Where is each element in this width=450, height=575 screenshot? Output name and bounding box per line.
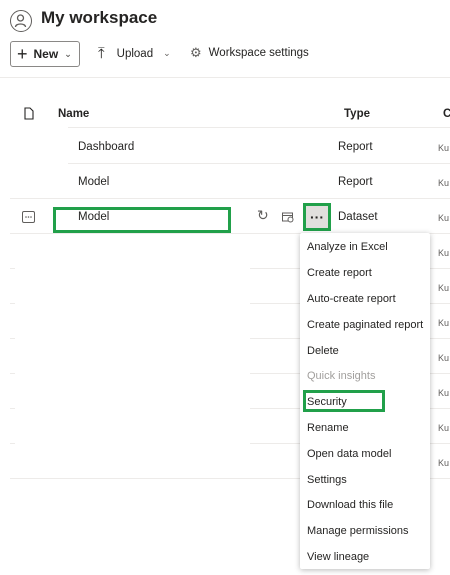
plus-icon: + <box>17 44 28 64</box>
menu-item-rename[interactable]: Rename <box>307 422 349 434</box>
table-row-owner: Ku <box>438 458 450 468</box>
menu-item-create-paginated-report[interactable]: Create paginated report <box>307 319 423 331</box>
more-options-button[interactable]: ··· <box>303 203 331 231</box>
menu-item-create-report[interactable]: Create report <box>307 267 372 279</box>
table-row-type: Dataset <box>338 211 378 223</box>
refresh-icon[interactable]: ↻ <box>257 207 269 224</box>
table-row-name[interactable]: Model <box>78 176 109 188</box>
table-row-owner: Ku <box>438 283 450 293</box>
menu-item-analyze-in-excel[interactable]: Analyze in Excel <box>307 241 388 253</box>
dataset-icon <box>22 210 35 228</box>
gear-icon: ⚙ <box>190 45 202 60</box>
menu-item-open-data-model[interactable]: Open data model <box>307 448 391 460</box>
menu-item-settings[interactable]: Settings <box>307 474 347 486</box>
menu-item-quick-insights: Quick insights <box>307 370 376 382</box>
menu-item-download-this-file[interactable]: Download this file <box>307 499 393 511</box>
workspace-settings-label: Workspace settings <box>208 47 309 59</box>
upload-button[interactable]: ⤒ Upload ⌄ <box>98 45 171 62</box>
table-row-owner: Ku <box>438 248 450 258</box>
highlight-security <box>303 390 385 412</box>
column-header-owner[interactable]: C <box>443 108 450 120</box>
new-button-label: New <box>33 47 59 61</box>
menu-item-manage-permissions[interactable]: Manage permissions <box>307 525 409 537</box>
workspace-settings-button[interactable]: ⚙ Workspace settings <box>190 45 309 61</box>
more-options-icon: ··· <box>310 209 324 225</box>
menu-item-view-lineage[interactable]: View lineage <box>307 551 369 563</box>
menu-item-auto-create-report[interactable]: Auto-create report <box>307 293 396 305</box>
row-divider <box>10 127 450 128</box>
table-row-owner: Ku <box>438 143 450 153</box>
toolbar-divider <box>0 77 450 78</box>
upload-button-label: Upload <box>116 47 154 60</box>
table-row-owner: Ku <box>438 388 450 398</box>
table-row-name[interactable]: Dashboard <box>78 141 134 153</box>
new-button[interactable]: + New ⌄ <box>10 41 80 67</box>
context-menu: Analyze in Excel Create report Auto-crea… <box>300 233 430 569</box>
column-header-type[interactable]: Type <box>344 108 370 120</box>
row-divider <box>10 198 450 199</box>
chevron-down-icon: ⌄ <box>64 48 72 59</box>
page-title: My workspace <box>41 8 158 27</box>
schedule-refresh-icon[interactable] <box>282 210 294 228</box>
column-header-name[interactable]: Name <box>58 108 89 120</box>
person-icon <box>10 10 32 32</box>
table-row-type: Report <box>338 141 373 153</box>
table-row-type: Report <box>338 176 373 188</box>
table-row-owner: Ku <box>438 213 450 223</box>
table-row-owner: Ku <box>438 353 450 363</box>
table-row-owner: Ku <box>438 178 450 188</box>
redaction-mask <box>8 123 68 196</box>
table-row-owner: Ku <box>438 423 450 433</box>
upload-icon: ⤒ <box>98 45 105 62</box>
table-row-name[interactable]: Model <box>78 211 109 223</box>
chevron-down-icon: ⌄ <box>163 48 171 58</box>
menu-item-delete[interactable]: Delete <box>307 345 339 357</box>
redaction-mask <box>15 239 250 475</box>
table-row-owner: Ku <box>438 318 450 328</box>
row-divider <box>10 163 450 164</box>
